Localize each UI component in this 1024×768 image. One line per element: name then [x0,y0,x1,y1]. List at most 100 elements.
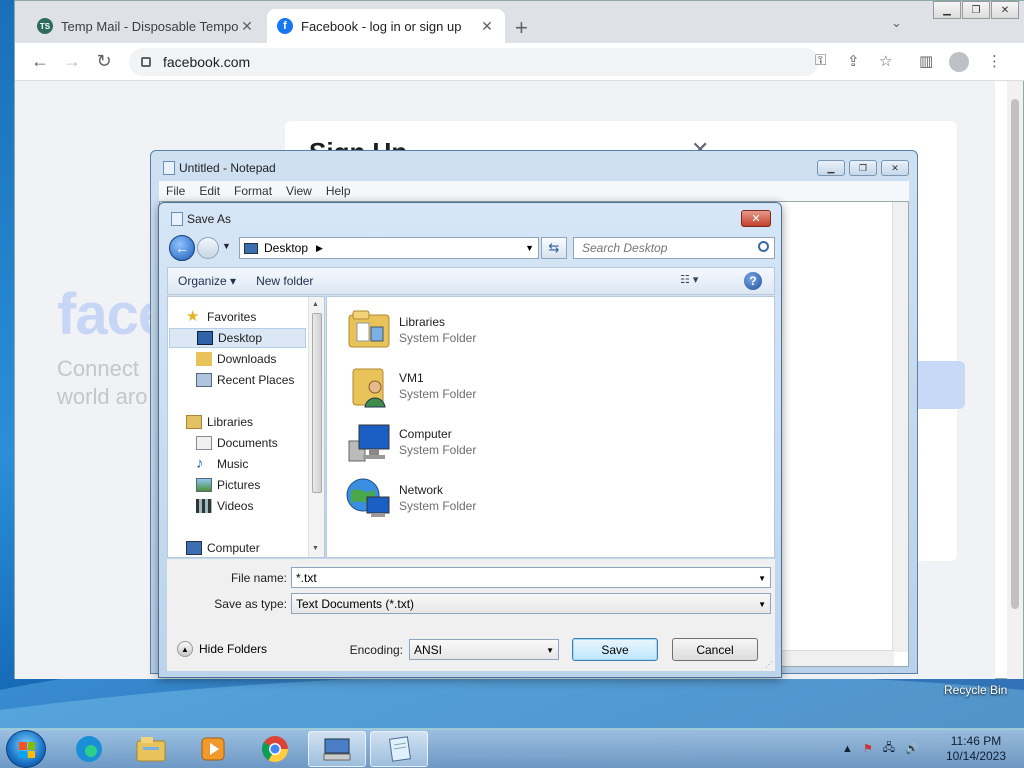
clock-date: 10/14/2023 [945,749,1007,763]
minimize-icon[interactable]: ▁ [817,160,845,176]
back-arrow-icon[interactable]: ← [169,235,195,261]
new-folder-button[interactable]: New folder [246,274,323,288]
menu-edit[interactable]: Edit [192,184,227,198]
file-item-computer[interactable]: Computer System Folder [345,417,595,467]
location-breadcrumb[interactable]: Desktop ▶ ▼ [239,237,539,259]
reload-icon[interactable]: ↻ [93,51,115,72]
volume-icon[interactable]: 🔊 [905,742,919,755]
minimize-icon[interactable]: ▁ [933,1,961,19]
clock[interactable]: 11:46 PM 10/14/2023 [936,734,1016,764]
encoding-select[interactable]: ANSI ▼ [409,639,559,660]
address-bar[interactable]: facebook.com [129,48,819,76]
location-text: Desktop [264,241,309,255]
taskbar-notepad[interactable] [370,731,428,767]
menu-file[interactable]: File [159,184,192,198]
menu-help[interactable]: Help [319,184,358,198]
file-list-pane: Libraries System Folder VM1 System Folde… [326,296,775,558]
file-name-dropdown-icon[interactable]: ▼ [758,574,766,583]
profile-avatar-icon[interactable] [949,52,969,72]
file-name-field[interactable]: ▼ [291,567,771,588]
scroll-down-icon[interactable]: ▼ [312,545,319,552]
back-arrow-icon[interactable]: ← [29,51,51,72]
nav-recent-places[interactable]: Recent Places [196,370,324,390]
organize-button[interactable]: Organize ▾ [168,274,246,288]
refresh-icon[interactable]: ⇆ [541,237,567,259]
restore-icon[interactable]: ❐ [849,160,877,176]
navigation-pane-scrollbar[interactable]: ▲ ▼ [308,297,324,557]
save-type-label: Save as type: [214,597,287,611]
page-scrollbar[interactable] [1007,81,1023,679]
close-icon[interactable]: ✕ [881,160,909,176]
tab-search-chevron-icon[interactable]: ⌄ [891,15,902,31]
menu-view[interactable]: View [279,184,319,198]
downloads-folder-icon [196,352,212,366]
dialog-close-button[interactable]: ✕ [741,210,771,227]
share-icon[interactable]: ⇪ [847,52,860,70]
key-icon[interactable]: ⚿ [815,52,826,69]
hide-folders-button[interactable]: ▲ Hide Folders [177,641,267,657]
notepad-window-controls: ▁ ❐ ✕ [813,160,909,176]
file-type: System Folder [399,331,477,345]
file-item-vm1[interactable]: VM1 System Folder [345,361,595,411]
restore-icon[interactable]: ❐ [962,1,990,19]
tab-facebook[interactable]: f Facebook - log in or sign up ✕ [267,9,505,43]
nav-videos[interactable]: Videos [196,496,324,516]
nav-music[interactable]: ♪ Music [196,454,324,474]
forward-arrow-icon[interactable] [197,237,219,259]
nav-downloads[interactable]: Downloads [196,349,324,369]
menu-kebab-icon[interactable]: ⋮ [987,52,1002,70]
tab-temp-mail[interactable]: TS Temp Mail - Disposable Tempora ✕ [27,9,265,43]
hide-folders-label: Hide Folders [199,642,268,656]
tab-close-icon[interactable]: ✕ [479,18,495,35]
facebook-icon: f [277,18,293,34]
taskbar-edge[interactable] [60,731,118,767]
side-panel-icon[interactable]: ▥ [919,52,933,70]
change-view-icon[interactable]: ☷ ▾ [680,273,698,286]
taskbar-chrome[interactable] [246,731,304,767]
network-status-icon[interactable]: 🖧 [883,739,895,758]
scroll-up-icon[interactable]: ▲ [312,301,319,308]
action-center-flag-icon[interactable]: ⚑ [863,742,873,755]
nav-libraries[interactable]: Libraries [186,412,324,432]
help-icon[interactable]: ? [744,272,762,290]
taskbar-explorer[interactable] [122,731,180,767]
nav-desktop[interactable]: Desktop [169,328,306,348]
new-tab-icon[interactable]: + [515,15,528,41]
start-button[interactable] [6,730,46,768]
search-box[interactable] [573,237,775,259]
menu-format[interactable]: Format [227,184,279,198]
search-icon[interactable] [758,241,769,252]
save-type-dropdown-icon[interactable]: ▼ [758,600,766,609]
save-button[interactable]: Save [572,638,658,661]
search-input[interactable] [582,241,752,255]
tab-close-icon[interactable]: ✕ [239,18,255,35]
save-type-select[interactable]: Text Documents (*.txt) ▼ [291,593,771,614]
address-dropdown-icon[interactable]: ▼ [525,243,534,253]
recycle-bin-label[interactable]: Recycle Bin [944,683,1007,697]
show-hidden-icons-chevron-icon[interactable]: ▲ [842,743,853,755]
scrollbar-thumb[interactable] [312,313,322,493]
close-icon[interactable]: ✕ [991,1,1019,19]
taskbar-media-player[interactable] [184,731,242,767]
resize-grip-icon[interactable]: ⋰ [765,660,773,669]
notepad-vertical-scrollbar[interactable] [892,202,908,652]
windows-logo-icon [19,742,35,758]
save-as-icon [171,212,183,226]
taskbar-keyboard-app[interactable] [308,731,366,767]
dialog-title: Save As [187,212,232,226]
encoding-dropdown-icon[interactable]: ▼ [546,646,554,655]
file-item-libraries[interactable]: Libraries System Folder [345,305,595,355]
nav-favorites[interactable]: ★ Favorites [186,307,324,327]
nav-documents[interactable]: Documents [196,433,324,453]
nav-pictures[interactable]: Pictures [196,475,324,495]
file-name-input[interactable] [296,570,736,585]
libraries-icon [186,415,202,429]
cancel-button[interactable]: Cancel [672,638,758,661]
breadcrumb-arrow-icon[interactable]: ▶ [316,243,323,254]
bookmark-star-icon[interactable]: ☆ [879,52,892,70]
navigation-pane: ★ Favorites Desktop Downloads Recent Pla… [167,296,325,558]
forward-arrow-icon[interactable]: → [61,51,83,72]
file-item-network[interactable]: Network System Folder [345,473,595,523]
recent-locations-chevron-icon[interactable]: ▼ [222,241,231,251]
nav-computer[interactable]: Computer [186,538,324,557]
